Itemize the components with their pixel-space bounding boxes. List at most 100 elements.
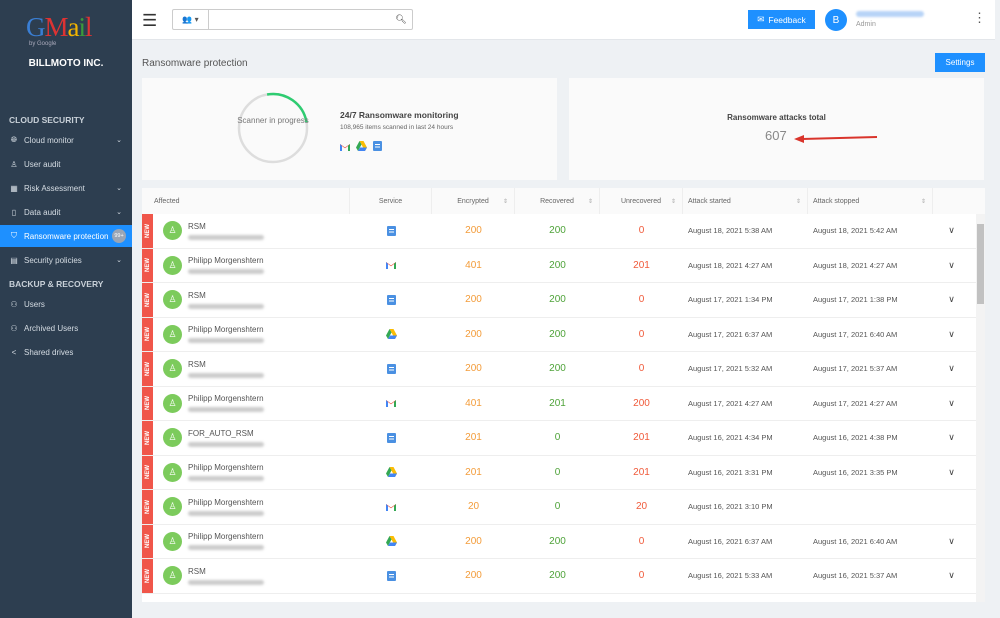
expand-chevron-icon[interactable]: ∨ xyxy=(933,559,970,593)
sort-icon[interactable]: ⇕ xyxy=(503,198,508,205)
service-drive-icon xyxy=(350,525,432,559)
affected-name: FOR_AUTO_RSM xyxy=(188,428,254,438)
attacks-card: Ransomware attacks total 607 xyxy=(569,78,984,180)
table-row[interactable]: NEW ♙ Philipp Morgenshtern 401 200 201 Au… xyxy=(142,248,985,283)
table-row[interactable]: NEW ♙ Philipp Morgenshtern 200 200 0 Augu… xyxy=(142,524,985,559)
expand-chevron-icon[interactable]: ∨ xyxy=(933,525,970,559)
unrecovered-count: 0 xyxy=(638,535,645,547)
expand-chevron-icon[interactable]: ∨ xyxy=(933,421,970,455)
column-header-label: Unrecovered xyxy=(620,197,662,205)
column-header-encrypted[interactable]: Encrypted ⇕ xyxy=(432,188,515,214)
encrypted-count: 200 xyxy=(465,363,482,375)
expand-chevron-icon[interactable]: ∨ xyxy=(933,214,970,248)
sort-icon[interactable]: ⇕ xyxy=(796,198,801,205)
scrollbar[interactable] xyxy=(976,214,985,602)
column-header-attack-stopped[interactable]: Attack stopped ⇕ xyxy=(808,188,933,214)
recovered-count: 0 xyxy=(554,501,561,513)
table-row[interactable]: NEW ♙ Philipp Morgenshtern 401 201 200 Au… xyxy=(142,386,985,421)
unrecovered-count: 0 xyxy=(638,328,645,340)
service-drive-icon xyxy=(350,318,432,352)
email-blurred xyxy=(188,545,264,551)
sidebar-item-shared-drives[interactable]: < Shared drives xyxy=(0,341,132,363)
user-name-blurred xyxy=(856,11,924,17)
sidebar-item-data-audit[interactable]: ▯ Data audit ⌄ xyxy=(0,201,132,223)
search-input[interactable] xyxy=(209,10,390,29)
expand-chevron-icon[interactable]: ∨ xyxy=(933,352,970,386)
expand-chevron-icon[interactable]: ∨ xyxy=(933,387,970,421)
affected-name: Philipp Morgenshtern xyxy=(188,463,264,473)
affected-cell: ♙ Philipp Morgenshtern xyxy=(153,490,350,524)
settings-button[interactable]: Settings xyxy=(935,53,985,72)
email-blurred xyxy=(188,476,264,482)
table-row[interactable]: NEW ♙ FOR_AUTO_RSM 201 0 201 August 16, 2… xyxy=(142,421,985,456)
new-badge: NEW xyxy=(142,386,153,420)
service-gmail-icon xyxy=(350,249,432,283)
affected-name: RSM xyxy=(188,359,206,369)
table-row[interactable]: NEW ♙ RSM 200 200 0 August 16, 2021 5:33 … xyxy=(142,559,985,594)
encrypted-count: 201 xyxy=(465,432,482,444)
sidebar-item-risk-assessment[interactable]: ▦ Risk Assessment ⌄ xyxy=(0,177,132,199)
sidebar-item-label: Shared drives xyxy=(24,347,74,357)
sort-icon[interactable]: ⇕ xyxy=(671,198,676,205)
column-header-unrecovered[interactable]: Unrecovered ⇕ xyxy=(600,188,683,214)
attack-started: August 17, 2021 5:32 AM xyxy=(688,364,773,374)
recovered-count: 200 xyxy=(549,363,566,375)
affected-name: Philipp Morgenshtern xyxy=(188,325,264,335)
recovered-count: 200 xyxy=(549,535,566,547)
grid-icon: ▦ xyxy=(10,183,18,193)
expand-chevron-icon[interactable] xyxy=(933,490,970,524)
table-row[interactable]: NEW ♙ RSM 200 200 0 August 17, 2021 5:32 … xyxy=(142,352,985,387)
user-avatar-icon: ♙ xyxy=(163,359,182,379)
attack-started: August 16, 2021 5:33 AM xyxy=(688,571,773,581)
sidebar-item-security-policies[interactable]: ▤ Security policies ⌄ xyxy=(0,249,132,271)
feedback-button[interactable]: ✉ Feedback xyxy=(748,10,815,29)
scanner-status: Scanner in progress xyxy=(237,116,309,125)
unrecovered-count: 201 xyxy=(633,466,650,478)
sidebar-item-ransomware-protection[interactable]: ⛉ Ransomware protection 99+ xyxy=(0,225,132,247)
recovered-count: 200 xyxy=(549,328,566,340)
sidebar-item-cloud-monitor[interactable]: 🌐︎ Cloud monitor ⌄ xyxy=(0,129,132,151)
column-header-label: Recovered xyxy=(540,197,574,205)
expand-chevron-icon[interactable]: ∨ xyxy=(933,249,970,283)
sidebar-item-label: Ransomware protection xyxy=(24,231,109,241)
expand-chevron-icon[interactable]: ∨ xyxy=(933,318,970,352)
sidebar-item-user-audit[interactable]: ♙ User audit xyxy=(0,153,132,175)
encrypted-count: 401 xyxy=(465,397,482,409)
attack-started: August 17, 2021 6:37 AM xyxy=(688,329,773,339)
sidebar-item-users[interactable]: ⚇ Users xyxy=(0,293,132,315)
scrollbar-thumb[interactable] xyxy=(977,224,984,304)
table-row[interactable]: NEW ♙ Philipp Morgenshtern 200 200 0 Augu… xyxy=(142,317,985,352)
book-icon: ▯ xyxy=(11,207,17,217)
column-header-affected[interactable]: Affected xyxy=(142,188,350,214)
attack-started: August 16, 2021 3:10 PM xyxy=(688,502,773,512)
encrypted-count: 200 xyxy=(465,294,482,306)
avatar[interactable]: B xyxy=(825,9,847,31)
column-header-recovered[interactable]: Recovered ⇕ xyxy=(515,188,600,214)
table-row[interactable]: NEW ♙ Philipp Morgenshtern 201 0 201 Augu… xyxy=(142,455,985,490)
affected-name: Philipp Morgenshtern xyxy=(188,394,264,404)
sidebar-item-archived-users[interactable]: ⚇ Archived Users xyxy=(0,317,132,339)
table-row[interactable]: NEW ♙ RSM 200 200 0 August 18, 2021 5:38 … xyxy=(142,214,985,249)
column-header-service[interactable]: Service xyxy=(350,188,432,214)
sidebar-item-label: Risk Assessment xyxy=(24,183,85,193)
expand-chevron-icon[interactable]: ∨ xyxy=(933,283,970,317)
sort-icon[interactable]: ⇕ xyxy=(921,198,926,205)
sort-icon[interactable]: ⇕ xyxy=(588,198,593,205)
search-icon[interactable]: 🔍︎ xyxy=(390,10,412,29)
affected-cell: ♙ Philipp Morgenshtern xyxy=(153,525,350,559)
table-row[interactable]: NEW ♙ Philipp Morgenshtern 20 0 20 August… xyxy=(142,490,985,525)
table-row[interactable]: NEW ♙ RSM 200 200 0 August 17, 2021 1:34 … xyxy=(142,283,985,318)
attack-stopped: August 18, 2021 5:42 AM xyxy=(813,226,898,236)
drive-icon xyxy=(356,138,367,156)
menu-icon[interactable]: ☰ xyxy=(142,11,157,31)
attack-stopped: August 17, 2021 1:38 PM xyxy=(813,295,898,305)
expand-chevron-icon[interactable]: ∨ xyxy=(933,456,970,490)
new-badge: NEW xyxy=(142,352,153,386)
user-avatar-icon: ♙ xyxy=(163,428,182,448)
search-scope-dropdown[interactable]: 👥 ▾ xyxy=(173,10,209,29)
recovered-count: 200 xyxy=(549,294,566,306)
more-options-icon[interactable]: ⋮ xyxy=(973,10,986,26)
nav-section-title: BACKUP & RECOVERY xyxy=(9,279,104,289)
column-header-attack-started[interactable]: Attack started ⇕ xyxy=(683,188,808,214)
sidebar-item-label: User audit xyxy=(24,159,61,169)
